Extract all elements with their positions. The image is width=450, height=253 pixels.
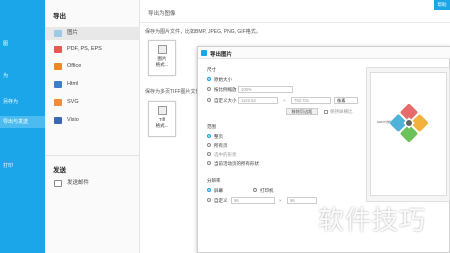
divider bbox=[45, 155, 140, 156]
custom-resolution-label: 自定义 bbox=[214, 198, 228, 203]
unit-select[interactable]: 像素 bbox=[334, 97, 358, 104]
selected-shapes-radio[interactable] bbox=[207, 152, 211, 156]
visio-icon bbox=[54, 117, 62, 124]
sidebar-item-2[interactable]: 另存为 bbox=[0, 96, 45, 108]
all-pages-label: 所有页 bbox=[214, 143, 228, 148]
sidebar-item-1[interactable]: 为 bbox=[0, 70, 45, 82]
resolution-separator: × bbox=[279, 198, 282, 203]
export-header: 导出 bbox=[53, 13, 66, 20]
swot-center-dot bbox=[406, 120, 412, 126]
height-input[interactable]: 793.701 bbox=[291, 97, 331, 104]
screen-radio[interactable] bbox=[207, 188, 211, 192]
all-pages-radio[interactable] bbox=[207, 143, 211, 147]
width-input[interactable]: 1122.52 bbox=[238, 97, 278, 104]
printer-label: 打印机 bbox=[260, 188, 274, 193]
html-icon bbox=[54, 81, 62, 88]
original-size-radio[interactable] bbox=[207, 77, 211, 81]
screen-label: 屏幕 bbox=[214, 188, 223, 193]
original-size-label: 原始大小 bbox=[214, 77, 232, 82]
scale-label: 按比例缩放 bbox=[214, 87, 237, 92]
image-file-icon bbox=[158, 45, 167, 54]
export-item-pdf[interactable]: PDF, PS, EPS bbox=[45, 43, 140, 56]
current-page-shapes-radio[interactable] bbox=[207, 161, 211, 165]
watermark-text: 软件技巧 bbox=[318, 205, 427, 235]
selected-shapes-label: 选中的形状 bbox=[214, 152, 237, 157]
page-title: 导出为图像 bbox=[148, 11, 176, 17]
resolution-section-label: 分辨率 bbox=[207, 178, 221, 183]
custom-size-label: 自定义大小 bbox=[214, 98, 237, 103]
keep-ratio-label: 保持纵横比 bbox=[330, 109, 353, 114]
svg-icon bbox=[54, 99, 62, 106]
custom-resolution-radio[interactable] bbox=[207, 198, 211, 202]
image-format-description: 保存为图片文件，比如BMP, JPEG, PNG, GIF格式。 bbox=[145, 29, 261, 35]
sidebar-item-export-send[interactable]: 导出与发送 bbox=[0, 116, 45, 128]
export-item-image[interactable]: 图片 bbox=[45, 27, 140, 40]
resolution-x-input[interactable]: 96 bbox=[231, 197, 275, 204]
size-section-label: 尺寸 bbox=[207, 67, 216, 72]
remove-margin-button[interactable]: 移除页边距 bbox=[286, 108, 318, 115]
export-item-html[interactable]: Html bbox=[45, 78, 140, 91]
printer-radio[interactable] bbox=[253, 188, 257, 192]
help-button[interactable]: 帮助 bbox=[434, 0, 450, 10]
send-header: 发送 bbox=[53, 167, 66, 174]
export-item-svg[interactable]: SVG bbox=[45, 96, 140, 109]
pdf-icon bbox=[54, 46, 62, 53]
whole-page-radio[interactable] bbox=[207, 134, 211, 138]
scale-input[interactable]: 100% bbox=[238, 86, 293, 93]
export-preview: SWOT分析 bbox=[366, 67, 450, 202]
app-logo-icon bbox=[201, 50, 207, 56]
send-item-email[interactable]: 发送邮件 bbox=[45, 177, 140, 190]
tiff-format-card[interactable]: Tiff 格式... bbox=[148, 101, 176, 137]
sidebar-item-print[interactable]: 打印 bbox=[0, 160, 45, 172]
resolution-y-input[interactable]: 96 bbox=[287, 197, 317, 204]
mail-icon bbox=[54, 180, 62, 187]
whole-page-label: 整页 bbox=[214, 134, 223, 139]
keep-ratio-checkbox[interactable] bbox=[324, 110, 328, 114]
export-item-office[interactable]: Office bbox=[45, 60, 140, 73]
backstage-sidebar: 图 为 另存为 导出与发送 打印 bbox=[0, 0, 45, 253]
dialog-title: 导出图片 bbox=[210, 52, 233, 58]
office-icon bbox=[54, 63, 62, 70]
tiff-file-icon bbox=[158, 106, 167, 115]
image-format-card[interactable]: 图片 格式... bbox=[148, 40, 176, 76]
range-section-label: 范围 bbox=[207, 124, 216, 129]
divider bbox=[140, 22, 450, 23]
export-options-panel: 导出 图片 PDF, PS, EPS Office Html SVG Visio… bbox=[45, 0, 140, 253]
preview-canvas: SWOT分析 bbox=[370, 72, 447, 196]
sidebar-item-0[interactable]: 图 bbox=[0, 38, 45, 50]
image-icon bbox=[54, 30, 62, 37]
dialog-header: 导出图片 bbox=[198, 47, 450, 59]
custom-size-radio[interactable] bbox=[207, 98, 211, 102]
dimension-separator: × bbox=[283, 98, 286, 103]
swot-diagram-thumbnail bbox=[390, 104, 428, 142]
scale-radio[interactable] bbox=[207, 87, 211, 91]
export-item-visio[interactable]: Visio bbox=[45, 114, 140, 127]
current-page-shapes-label: 当前活动页的所有形状 bbox=[214, 161, 259, 166]
